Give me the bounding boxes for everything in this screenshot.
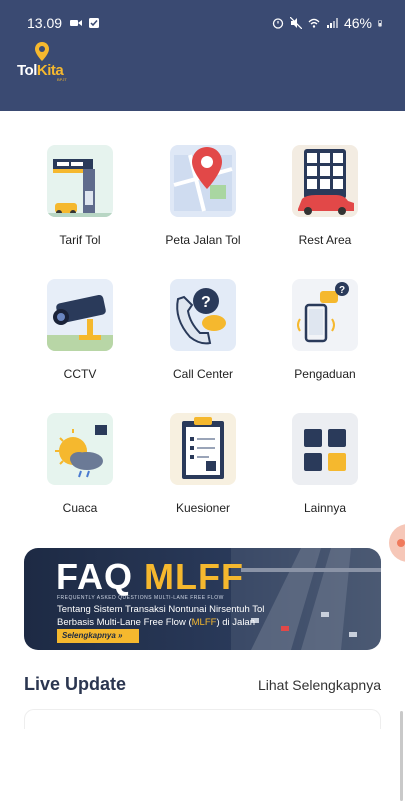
banner-desc-2c: ) di Jalan bbox=[216, 617, 256, 628]
double-chevron-icon: » bbox=[118, 631, 123, 640]
location-pin-logo-icon bbox=[35, 42, 49, 61]
menu-label: Call Center bbox=[172, 367, 234, 381]
logo-sub: BPJT bbox=[57, 77, 67, 82]
menu-item-call-center[interactable]: ? Call Center bbox=[138, 279, 268, 381]
menu-item-peta-jalan-tol[interactable]: Peta Jalan Tol bbox=[138, 145, 268, 247]
status-bar: 13.09 46% bbox=[27, 13, 385, 33]
menu-item-cctv[interactable]: CCTV bbox=[15, 279, 145, 381]
menu-item-kuesioner[interactable]: Kuesioner bbox=[138, 413, 268, 515]
menu-label: Pengaduan bbox=[294, 367, 356, 381]
battery-level: 46% bbox=[343, 15, 372, 31]
banner-button-label: Selengkapnya bbox=[62, 631, 116, 640]
svg-text:?: ? bbox=[339, 285, 345, 296]
banner-description: Tentang Sistem Transaksi Nontunai Nirsen… bbox=[57, 603, 317, 629]
faq-mlff-banner[interactable]: FAQ MLFF FREQUENTLY ASKED QUESTIONS MULT… bbox=[24, 548, 381, 650]
logo-text-tol: Tol bbox=[17, 62, 37, 79]
menu-item-cuaca[interactable]: Cuaca bbox=[15, 413, 145, 515]
banner-more-button[interactable]: Selengkapnya » bbox=[57, 629, 139, 643]
banner-desc-line-2: Berbasis Multi-Lane Free Flow (MLFF) di … bbox=[57, 616, 317, 629]
home-content: Tarif Tol Peta Jalan Tol Rest Area CCTV … bbox=[0, 111, 405, 801]
call-center-icon: ? bbox=[170, 279, 236, 351]
menu-item-tarif-tol[interactable]: Tarif Tol bbox=[15, 145, 145, 247]
mute-icon bbox=[289, 17, 302, 29]
menu-item-lainnya[interactable]: Lainnya bbox=[260, 413, 390, 515]
signal-icon bbox=[326, 18, 338, 28]
menu-label: Cuaca bbox=[62, 501, 98, 515]
rest-area-icon bbox=[292, 145, 358, 217]
live-update-card[interactable] bbox=[24, 709, 381, 729]
banner-road-image bbox=[231, 548, 381, 650]
menu-label: Tarif Tol bbox=[59, 233, 101, 247]
live-update-see-more-link[interactable]: Lihat Selengkapnya bbox=[258, 677, 381, 693]
floating-action-button[interactable] bbox=[389, 524, 405, 562]
fab-dot-icon bbox=[397, 539, 405, 547]
menu-label: Kuesioner bbox=[175, 501, 231, 515]
wifi-icon bbox=[308, 18, 320, 28]
cctv-icon bbox=[47, 279, 113, 351]
alarm-icon bbox=[272, 18, 284, 29]
check-box-icon bbox=[89, 18, 100, 28]
menu-label: CCTV bbox=[63, 367, 97, 381]
menu-item-rest-area[interactable]: Rest Area bbox=[260, 145, 390, 247]
banner-desc-line-1: Tentang Sistem Transaksi Nontunai Nirsen… bbox=[57, 604, 265, 615]
menu-item-pengaduan[interactable]: ? Pengaduan bbox=[260, 279, 390, 381]
banner-title-faq: FAQ bbox=[56, 556, 145, 597]
live-update-title: Live Update bbox=[24, 674, 127, 694]
weather-icon bbox=[47, 413, 113, 485]
banner-desc-2b: MLFF bbox=[191, 617, 217, 628]
map-pin-icon bbox=[170, 145, 236, 217]
questionnaire-icon bbox=[170, 413, 236, 485]
banner-title: FAQ MLFF bbox=[56, 556, 244, 598]
svg-text:?: ? bbox=[201, 294, 211, 311]
video-record-icon bbox=[70, 20, 83, 26]
scrollbar[interactable] bbox=[400, 711, 403, 801]
menu-label: Peta Jalan Tol bbox=[165, 233, 241, 247]
app-logo: TolKita BPJT bbox=[17, 42, 77, 82]
battery-icon bbox=[378, 20, 382, 27]
banner-title-mlff: MLFF bbox=[144, 556, 244, 597]
banner-subtitle: FREQUENTLY ASKED QUESTIONS MULTI-LANE FR… bbox=[57, 595, 224, 601]
status-time: 13.09 bbox=[27, 15, 63, 31]
menu-label: Lainnya bbox=[303, 501, 347, 515]
menu-label: Rest Area bbox=[298, 233, 352, 247]
toll-gate-icon bbox=[47, 145, 113, 217]
app-header: 13.09 46% TolKita BPJT bbox=[0, 0, 405, 111]
complaint-phone-icon: ? bbox=[292, 279, 358, 351]
banner-desc-2a: Berbasis Multi-Lane Free Flow ( bbox=[57, 617, 192, 628]
more-grid-icon bbox=[292, 413, 358, 485]
